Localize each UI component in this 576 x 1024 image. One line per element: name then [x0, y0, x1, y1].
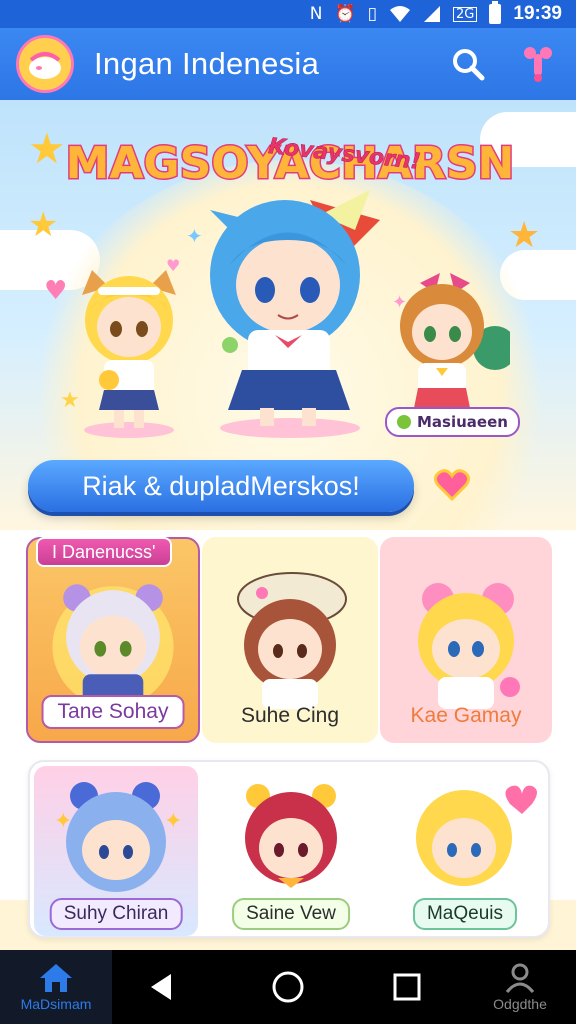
- back-icon[interactable]: [140, 966, 182, 1008]
- star-icon: ★: [28, 124, 66, 173]
- vibrate-icon: ▯: [367, 3, 378, 24]
- heart-icon[interactable]: [434, 469, 470, 501]
- card-label: Suhe Cing: [240, 704, 340, 727]
- card-label: Kae Gamay: [410, 704, 522, 727]
- section-tag-label: I Danenucss': [52, 541, 156, 562]
- search-icon[interactable]: [442, 38, 494, 90]
- signal-icon: [424, 6, 441, 22]
- nav-home-label: MaDsimam: [20, 996, 92, 1012]
- alarm-icon: ⏰: [334, 3, 356, 24]
- star-icon: ★: [28, 205, 59, 245]
- hero-badge[interactable]: Masiuaeen: [385, 407, 520, 437]
- svg-text:✦: ✦: [164, 809, 182, 834]
- hero-badge-label: Masiuaeen: [417, 413, 508, 431]
- recents-icon[interactable]: [386, 966, 428, 1008]
- battery-icon: [489, 1, 502, 24]
- nfc-icon: N: [309, 3, 323, 24]
- profile-icon: [505, 963, 535, 993]
- app-bar: Ingan Indenesia: [0, 28, 576, 100]
- tile-label: MaQeuis: [412, 898, 518, 930]
- bottom-nav: MaDsimam Odgdthe: [0, 950, 576, 1024]
- wifi-icon: [390, 6, 411, 22]
- network-label: 2G: [453, 6, 478, 22]
- cta-button[interactable]: Riak & dupladMerskos!: [28, 460, 414, 512]
- pin-avatar-icon[interactable]: [512, 38, 564, 90]
- character-bluehair: [210, 190, 380, 438]
- character-card[interactable]: Kae Gamay: [380, 537, 552, 743]
- nav-profile[interactable]: Odgdthe: [464, 950, 576, 1024]
- app-title: Ingan Indenesia: [94, 46, 320, 81]
- character-tile[interactable]: ✦ ✦ Suhy Chiran: [34, 766, 198, 936]
- star-icon: ★: [508, 215, 541, 256]
- cta-row: Riak & dupladMerskos!: [0, 455, 576, 519]
- tile-label: Saine Vew: [232, 898, 350, 930]
- system-home-icon[interactable]: [267, 966, 309, 1008]
- tile-label: Suhy Chiran: [49, 898, 183, 930]
- card-label: Tane Sohay: [41, 695, 185, 729]
- nav-profile-label: Odgdthe: [493, 996, 547, 1012]
- character-tile[interactable]: Saine Vew: [206, 766, 376, 936]
- character-blonde: [82, 270, 176, 438]
- status-bar: N ⏰ ▯ 2G 19:39: [0, 0, 576, 28]
- featured-section: I Danenucss' Tane Sohay Suhe Cing Kae Ga…: [26, 537, 552, 743]
- badge-dot-icon: [397, 415, 411, 429]
- section-tag: I Danenucss': [36, 537, 172, 567]
- character-card[interactable]: Tane Sohay: [26, 537, 200, 743]
- character-row: ✦ ✦ Suhy Chiran Saine Vew MaQeuis: [28, 760, 550, 938]
- character-tile[interactable]: MaQeuis: [382, 766, 548, 936]
- app-logo-icon[interactable]: [16, 35, 74, 93]
- nav-home[interactable]: MaDsimam: [0, 950, 112, 1024]
- status-time: 19:39: [513, 3, 562, 24]
- cta-label: Riak & dupladMerskos!: [82, 470, 360, 501]
- character-card[interactable]: Suhe Cing: [202, 537, 378, 743]
- svg-text:✦: ✦: [54, 809, 72, 834]
- home-icon: [40, 964, 72, 992]
- character-brownhair: [400, 273, 510, 408]
